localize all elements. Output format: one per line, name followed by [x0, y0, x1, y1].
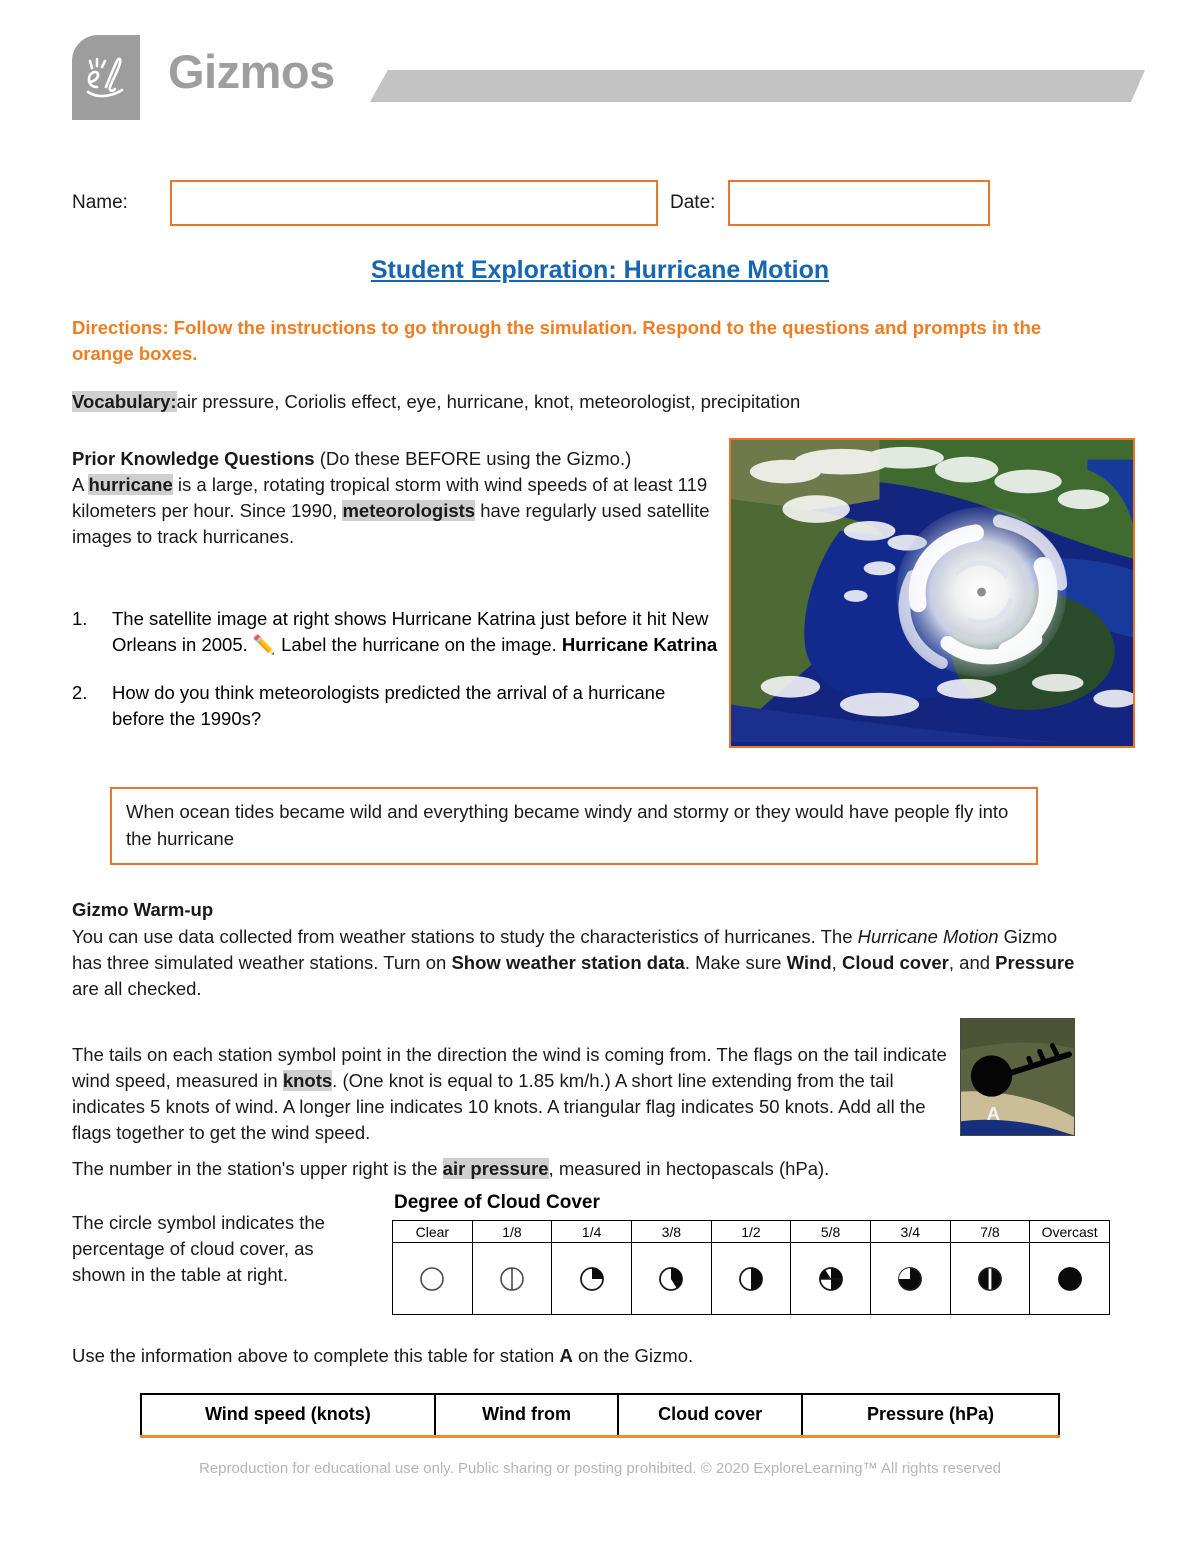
warmup-a: You can use data collected from weather … — [72, 926, 858, 947]
page-title[interactable]: Student Exploration: Hurricane Motion — [0, 256, 1200, 285]
circle-symbol-text: The circle symbol indicates the percenta… — [72, 1212, 325, 1285]
date-input[interactable] — [728, 180, 990, 226]
air-pressure-line: The number in the station's upper right … — [72, 1157, 1092, 1182]
prior-knowledge-heading: Prior Knowledge Questions — [72, 448, 315, 469]
pk-intro-a: A — [72, 473, 89, 495]
question-answer[interactable]: Hurricane Katrina — [562, 634, 717, 655]
vocabulary-line: Vocabulary:air pressure, Coriolis effect… — [72, 390, 1052, 415]
gizmos-logo-mark-icon — [72, 35, 140, 120]
prior-knowledge-block: Prior Knowledge Questions (Do these BEFO… — [72, 446, 720, 550]
page-header: Gizmos — [0, 0, 1200, 150]
cloud-header-7-8: 7/8 — [949, 1220, 1031, 1243]
vocabulary-terms: air pressure, Coriolis effect, eye, hurr… — [176, 391, 801, 412]
warmup-d: , — [831, 951, 842, 973]
name-input[interactable] — [170, 180, 658, 226]
cloud-one-half-icon — [712, 1264, 791, 1294]
col-header-wind-from: Wind from — [433, 1393, 620, 1438]
usetable-b: on the Gizmo. — [572, 1345, 694, 1366]
pk-term-meteorologists: meteorologists — [342, 499, 476, 521]
cloud-five-eighths-icon — [791, 1264, 870, 1294]
cloud-header-overcast: Overcast — [1029, 1220, 1110, 1243]
airpress-a: The number in the station's upper right … — [72, 1158, 443, 1179]
prior-knowledge-heading-rest: (Do these BEFORE using the Gizmo.) — [314, 448, 632, 469]
question-number: 2. — [72, 681, 88, 703]
cloud-header-1-8: 1/8 — [471, 1220, 553, 1243]
pencil-icon: ✏️ — [252, 633, 276, 655]
term-knots: knots — [282, 1069, 333, 1091]
question-text-b: Label the hurricane on the image. — [275, 633, 562, 655]
prior-knowledge-questions: 1. The satellite image at right shows Hu… — [72, 606, 720, 754]
term-air-pressure: air pressure — [442, 1158, 549, 1179]
question-number: 1. — [72, 608, 88, 629]
warmup-control-show-station-data: Show weather station data — [451, 951, 685, 973]
answer-box-question-2[interactable]: When ocean tides became wild and everyth… — [110, 787, 1038, 865]
table-row: Clear 1/8 1/4 3/8 1/2 5/8 3/4 7/8 Overca… — [392, 1220, 1110, 1243]
cloud-overcast-icon — [1030, 1264, 1109, 1294]
name-label: Name: — [72, 192, 128, 213]
hurricane-katrina-satellite-image — [729, 438, 1135, 748]
gizmo-warmup-text: You can use data collected from weather … — [72, 924, 1092, 1002]
name-date-row: Name: Date: — [72, 180, 1002, 228]
col-header-pressure: Pressure (hPa) — [800, 1393, 1061, 1438]
station-symbol-explanation: The tails on each station symbol point i… — [72, 1042, 962, 1146]
cloud-header-3-4: 3/4 — [869, 1220, 951, 1243]
cloud-three-quarters-icon — [871, 1264, 950, 1294]
cloud-cell-1-8 — [471, 1242, 553, 1315]
cloud-one-eighth-icon — [473, 1264, 552, 1294]
footer-copyright: Reproduction for educational use only. P… — [198, 1460, 1002, 1477]
station-label-a: A — [987, 1103, 1000, 1124]
cloud-header-5-8: 5/8 — [790, 1220, 871, 1243]
col-header-wind-speed: Wind speed (knots) — [140, 1393, 436, 1438]
list-item: 2. How do you think meteorologists predi… — [72, 680, 720, 732]
usetable-station-a: A — [559, 1345, 573, 1366]
cloud-three-eighths-icon — [632, 1264, 711, 1294]
cloud-clear-icon — [393, 1264, 472, 1294]
gizmos-wordmark: Gizmos — [168, 45, 335, 98]
weather-station-symbol-image: A — [960, 1018, 1075, 1136]
col-header-cloud-cover: Cloud cover — [617, 1393, 803, 1438]
table-row: Wind speed (knots) Wind from Cloud cover… — [140, 1393, 1061, 1438]
cloud-cell-overcast — [1029, 1242, 1110, 1315]
cloud-cell-1-4 — [551, 1242, 632, 1315]
cloud-cell-3-4 — [869, 1242, 951, 1315]
question-text: The satellite image at right shows Hurri… — [112, 606, 720, 658]
directions-text: Directions: Follow the instructions to g… — [72, 317, 1042, 365]
pk-term-hurricane: hurricane — [88, 473, 173, 495]
cloud-header-3-8: 3/8 — [630, 1220, 712, 1243]
warmup-gizmo-name: Hurricane Motion — [857, 926, 999, 947]
table-row — [392, 1242, 1110, 1315]
header-accent-bar — [370, 70, 1145, 102]
cloud-header-clear: Clear — [392, 1220, 473, 1243]
gizmo-warmup-heading: Gizmo Warm-up — [72, 899, 214, 920]
usetable-a: Use the information above to complete th… — [72, 1345, 560, 1366]
warmup-control-pressure: Pressure — [995, 951, 1075, 973]
list-item: 1. The satellite image at right shows Hu… — [72, 606, 720, 658]
warmup-c: . Make sure — [684, 951, 787, 973]
cloud-cell-5-8 — [790, 1242, 871, 1315]
station-data-table[interactable]: Wind speed (knots) Wind from Cloud cover… — [140, 1393, 1061, 1438]
use-table-instruction: Use the information above to complete th… — [72, 1344, 1092, 1369]
cloud-cell-clear — [392, 1242, 473, 1315]
warmup-control-wind: Wind — [786, 951, 832, 973]
vocabulary-label: Vocabulary: — [72, 391, 177, 412]
cloud-one-quarter-icon — [552, 1264, 631, 1294]
cloud-cell-3-8 — [630, 1242, 712, 1315]
cloud-cover-table-title: Degree of Cloud Cover — [394, 1192, 600, 1213]
airpress-b: , measured in hectopascals (hPa). — [548, 1158, 830, 1179]
cloud-cell-7-8 — [949, 1242, 1031, 1315]
cloud-header-1-2: 1/2 — [710, 1220, 792, 1243]
cloud-seven-eighths-icon — [951, 1264, 1030, 1294]
cloud-cover-table: Clear 1/8 1/4 3/8 1/2 5/8 3/4 7/8 Overca… — [392, 1220, 1110, 1315]
warmup-e: , and — [948, 951, 996, 973]
question-text: How do you think meteorologists predicte… — [112, 681, 666, 729]
warmup-control-cloud-cover: Cloud cover — [841, 951, 949, 973]
warmup-f: are all checked. — [72, 977, 202, 999]
cloud-header-1-4: 1/4 — [551, 1220, 632, 1243]
date-label: Date: — [670, 192, 716, 213]
cloud-cell-1-2 — [710, 1242, 792, 1315]
